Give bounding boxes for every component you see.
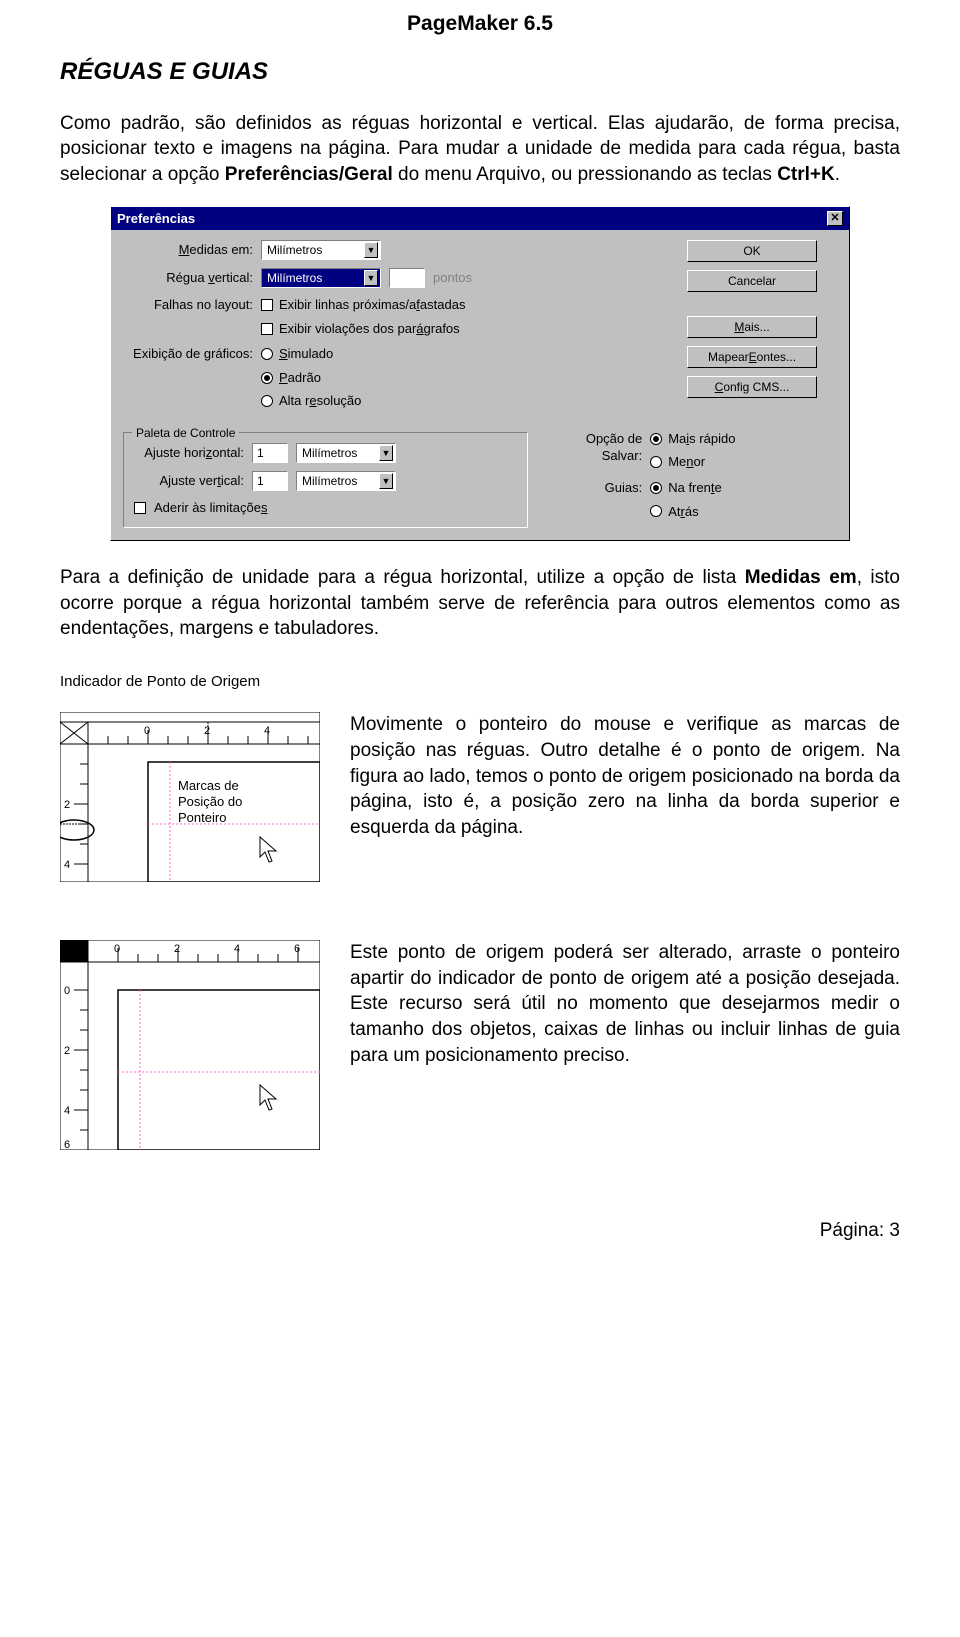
- measures-label: MMedidas em:edidas em:: [123, 241, 253, 259]
- chevron-down-icon: ▼: [364, 270, 378, 286]
- ruler-illustration: 0 2 4 2 4: [60, 712, 320, 882]
- config-cms-button[interactable]: Config CMS...: [687, 376, 817, 398]
- svg-text:6: 6: [294, 943, 300, 955]
- radio[interactable]: [650, 433, 662, 445]
- svg-text:2: 2: [64, 799, 70, 811]
- radio-label: Simulado: [279, 345, 333, 363]
- radio[interactable]: [650, 505, 662, 517]
- checkbox-label: Exibir violações dos parágrafos: [279, 320, 460, 338]
- svg-text:4: 4: [64, 859, 70, 871]
- dialog-titlebar: Preferências ✕: [111, 207, 849, 231]
- svg-text:2: 2: [174, 943, 180, 955]
- svg-text:2: 2: [64, 1045, 70, 1057]
- hsnap-label: Ajuste horizontal:: [134, 444, 244, 462]
- figure-text: Movimente o ponteiro do mouse e verifiqu…: [350, 712, 900, 840]
- figure-caption: Indicador de Ponto de Origem: [60, 672, 900, 692]
- snap-label: Aderir às limitações: [154, 499, 267, 517]
- origin-drag-figure: 0 2 4 6 0 2 4 6: [60, 940, 320, 1158]
- radio-label: Alta resolução: [279, 392, 361, 410]
- page-header: PageMaker 6.5: [60, 10, 900, 38]
- body-paragraph: Para a definição de unidade para a régua…: [60, 565, 900, 642]
- section-title: RÉGUAS E GUIAS: [60, 56, 900, 88]
- radio-label: Padrão: [279, 369, 321, 387]
- gfx-label: Exibição de gráficos:: [123, 345, 253, 363]
- vruler-label: Régua vertical:: [123, 269, 253, 287]
- close-icon[interactable]: ✕: [827, 211, 843, 226]
- cancel-button[interactable]: Cancelar: [687, 270, 817, 292]
- vsnap-unit-dropdown[interactable]: Milímetros▼: [296, 471, 396, 491]
- svg-text:0: 0: [144, 725, 150, 737]
- guides-label: Guias:: [542, 479, 642, 497]
- radio-label: Menor: [668, 453, 705, 471]
- svg-text:Marcas de: Marcas de: [178, 778, 239, 793]
- snap-checkbox[interactable]: [134, 502, 146, 514]
- svg-text:Posição do: Posição do: [178, 794, 242, 809]
- chevron-down-icon: ▼: [379, 445, 393, 461]
- bold-term: Medidas em: [745, 567, 857, 588]
- vsnap-label: Ajuste vertical:: [134, 472, 244, 490]
- svg-text:4: 4: [64, 1105, 70, 1117]
- checkbox[interactable]: [261, 323, 273, 335]
- hsnap-input[interactable]: 1: [252, 443, 288, 463]
- measures-dropdown[interactable]: Milímetros▼: [261, 240, 381, 260]
- hsnap-unit-dropdown[interactable]: Milímetros▼: [296, 443, 396, 463]
- save-label: Opção de Salvar:: [542, 430, 642, 465]
- radio[interactable]: [650, 456, 662, 468]
- points-label: pontos: [433, 269, 472, 287]
- page-footer: Página: 3: [60, 1218, 900, 1244]
- svg-text:0: 0: [64, 985, 70, 997]
- dialog-title: Preferências: [117, 210, 195, 228]
- radio[interactable]: [650, 482, 662, 494]
- ruler-illustration-2: 0 2 4 6 0 2 4 6: [60, 940, 320, 1150]
- svg-text:4: 4: [234, 943, 240, 955]
- palette-legend: Paleta de Controle: [132, 425, 239, 441]
- faults-label: Falhas no layout:: [123, 296, 253, 314]
- bold-term: Preferências/Geral: [225, 164, 393, 185]
- chevron-down-icon: ▼: [379, 473, 393, 489]
- text: do menu Arquivo, ou pressionando as tecl…: [393, 164, 777, 185]
- more-button[interactable]: Mais...: [687, 316, 817, 338]
- checkbox[interactable]: [261, 299, 273, 311]
- svg-text:4: 4: [264, 725, 270, 737]
- svg-text:6: 6: [64, 1139, 70, 1150]
- svg-text:2: 2: [204, 725, 210, 737]
- radio[interactable]: [261, 372, 273, 384]
- checkbox-label: Exibir linhas próximas/afastadas: [279, 296, 465, 314]
- radio-label: Atrás: [668, 503, 698, 521]
- text: .: [835, 164, 840, 185]
- radio[interactable]: [261, 348, 273, 360]
- vsnap-input[interactable]: 1: [252, 471, 288, 491]
- origin-indicator-figure: 0 2 4 2 4: [60, 712, 320, 890]
- preferences-dialog: Preferências ✕ MMedidas em:edidas em: Mi…: [110, 206, 850, 541]
- svg-text:0: 0: [114, 943, 120, 955]
- vruler-dropdown[interactable]: Milímetros▼: [261, 268, 381, 288]
- figure-text: Este ponto de origem poderá ser alterado…: [350, 940, 900, 1068]
- radio[interactable]: [261, 395, 273, 407]
- points-input[interactable]: [389, 268, 425, 288]
- ok-button[interactable]: OK: [687, 240, 817, 262]
- radio-label: Mais rápido: [668, 430, 735, 448]
- bold-shortcut: Ctrl+K: [777, 164, 835, 185]
- chevron-down-icon: ▼: [364, 242, 378, 258]
- intro-paragraph: Como padrão, são definidos as réguas hor…: [60, 111, 900, 188]
- map-fonts-button[interactable]: Mapear Eontes...: [687, 346, 817, 368]
- radio-label: Na frente: [668, 479, 722, 497]
- svg-text:Ponteiro: Ponteiro: [178, 810, 226, 825]
- text: Para a definição de unidade para a régua…: [60, 567, 745, 588]
